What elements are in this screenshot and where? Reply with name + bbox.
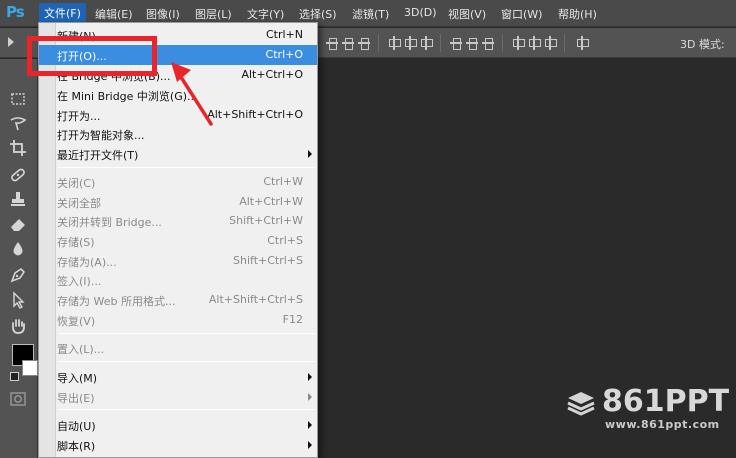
menu-file[interactable]: 文件(F)	[39, 3, 86, 23]
menu-item-label: 签入(I)...	[57, 275, 102, 288]
menu-item-revert[interactable]: 恢复(V) F12	[39, 310, 317, 330]
menu-select[interactable]: 选择(S)	[299, 6, 337, 22]
healing-brush-icon[interactable]	[8, 165, 28, 185]
menu-item-close-all[interactable]: 关闭全部 Alt+Ctrl+W	[39, 192, 317, 212]
align-vertical-centers-icon[interactable]	[342, 36, 354, 50]
menu-filter[interactable]: 滤镜(T)	[352, 6, 389, 22]
menu-item-label: 自动(U)	[57, 420, 96, 433]
quick-mask-icon[interactable]	[8, 389, 28, 409]
menu-item-open-recent[interactable]: 最近打开文件(T)	[39, 144, 317, 164]
background-color-swatch[interactable]	[22, 360, 38, 376]
menu-item-label: 关闭(C)	[57, 177, 96, 190]
menu-item-label: 最近打开文件(T)	[57, 149, 139, 162]
menu-separator	[58, 361, 316, 362]
menu-item-label: 存储(S)	[57, 236, 95, 249]
eraser-icon[interactable]	[8, 214, 28, 234]
menu-item-shortcut: Shift+Ctrl+S	[233, 254, 303, 267]
menu-item-label: 导入(M)	[57, 372, 98, 385]
submenu-arrow-icon	[308, 393, 312, 401]
distribute-right-icon[interactable]	[544, 36, 557, 50]
menu-item-save[interactable]: 存储(S) Ctrl+S	[39, 231, 317, 251]
distribute-left-icon[interactable]	[512, 36, 525, 50]
annotation-highlight-box	[27, 36, 157, 76]
hand-icon[interactable]	[8, 316, 28, 336]
menu-item-label: 存储为(A)...	[57, 256, 117, 269]
options-separator	[502, 34, 503, 52]
menu-item-label: 脚本(R)	[57, 440, 96, 453]
menu-edit[interactable]: 编辑(E)	[95, 6, 133, 22]
default-colors-icon[interactable]	[10, 372, 19, 381]
menu-window[interactable]: 窗口(W)	[501, 6, 542, 22]
watermark-logo-icon	[567, 392, 595, 416]
menu-item-label: 关闭并转到 Bridge...	[57, 216, 162, 229]
align-horizontal-centers-icon[interactable]	[404, 36, 417, 50]
menu-layer[interactable]: 图层(L)	[195, 6, 232, 22]
distribute-vcenter-icon[interactable]	[466, 36, 478, 50]
align-left-edges-icon[interactable]	[388, 36, 401, 50]
menu-item-shortcut: Alt+Shift+Ctrl+S	[208, 293, 303, 306]
blur-icon[interactable]	[8, 239, 28, 259]
menu-item-save-as[interactable]: 存储为(A)... Shift+Ctrl+S	[39, 251, 317, 271]
submenu-arrow-icon	[308, 441, 312, 449]
menu-item-close-and-go-to-bridge[interactable]: 关闭并转到 Bridge... Shift+Ctrl+W	[39, 211, 317, 231]
menu-item-shortcut: Ctrl+S	[267, 234, 303, 247]
selection-arrow-icon[interactable]	[8, 290, 28, 310]
align-top-edges-icon[interactable]	[326, 36, 338, 50]
menu-item-label: 存储为 Web 所用格式...	[57, 295, 176, 308]
crop-icon[interactable]	[8, 138, 28, 158]
auto-align-layers-icon[interactable]	[576, 36, 589, 50]
lasso-icon[interactable]	[8, 114, 28, 134]
menu-image[interactable]: 图像(I)	[146, 6, 180, 22]
menu-item-shortcut: F12	[282, 313, 303, 326]
menu-3d[interactable]: 3D(D)	[404, 6, 437, 19]
menu-item-label: 打开为...	[57, 110, 101, 123]
submenu-arrow-icon	[308, 373, 312, 381]
options-grip-icon[interactable]	[8, 37, 14, 47]
menu-item-scripts[interactable]: 脚本(R)	[39, 435, 317, 455]
distribute-top-icon[interactable]	[450, 36, 462, 50]
distribute-hcenter-icon[interactable]	[528, 36, 541, 50]
menu-item-place[interactable]: 置入(L)...	[39, 338, 317, 358]
menu-type[interactable]: 文字(Y)	[247, 6, 284, 22]
menu-item-shortcut: Ctrl+N	[265, 28, 303, 41]
menu-view[interactable]: 视图(V)	[448, 6, 486, 22]
menu-item-check-in[interactable]: 签入(I)...	[39, 270, 317, 290]
menu-item-shortcut: Shift+Ctrl+W	[229, 214, 303, 227]
menu-item-label: 打开为智能对象...	[57, 129, 145, 142]
menu-separator	[58, 333, 316, 334]
menu-item-import[interactable]: 导入(M)	[39, 367, 317, 387]
pen-icon[interactable]	[8, 265, 28, 285]
3d-mode-label: 3D 模式:	[680, 38, 725, 51]
menu-help[interactable]: 帮助(H)	[558, 6, 597, 22]
menu-separator	[58, 167, 316, 168]
align-bottom-edges-icon[interactable]	[358, 36, 370, 50]
menu-item-save-for-web[interactable]: 存储为 Web 所用格式... Alt+Shift+Ctrl+S	[39, 290, 317, 310]
menu-item-close[interactable]: 关闭(C) Ctrl+W	[39, 172, 317, 192]
menu-item-shortcut: Ctrl+W	[263, 175, 303, 188]
tools-panel	[0, 59, 38, 458]
marquee-icon[interactable]	[8, 89, 28, 109]
menu-item-label: 导出(E)	[57, 392, 95, 405]
stamp-icon[interactable]	[8, 189, 28, 209]
annotation-arrow-icon	[171, 62, 213, 126]
menu-item-shortcut: Alt+Ctrl+W	[239, 195, 303, 208]
distribute-bottom-icon[interactable]	[482, 36, 494, 50]
watermark-url: www.861ppt.com	[605, 418, 720, 431]
menu-item-label: 关闭全部	[57, 197, 101, 210]
menu-item-automate[interactable]: 自动(U)	[39, 415, 317, 435]
options-separator	[378, 34, 379, 52]
menu-item-shortcut: Ctrl+O	[265, 48, 303, 61]
menu-item-export[interactable]: 导出(E)	[39, 387, 317, 407]
watermark-brand: 861PPT	[602, 384, 730, 419]
submenu-arrow-icon	[308, 150, 312, 158]
menu-item-label: 置入(L)...	[57, 343, 105, 356]
align-right-edges-icon[interactable]	[420, 36, 433, 50]
options-separator	[564, 34, 565, 52]
menu-item-shortcut: Alt+Ctrl+O	[241, 68, 303, 81]
options-separator	[440, 34, 441, 52]
submenu-arrow-icon	[308, 421, 312, 429]
menu-item-label: 恢复(V)	[57, 315, 96, 328]
menu-separator	[58, 409, 316, 410]
photoshop-logo: Ps	[6, 3, 25, 21]
